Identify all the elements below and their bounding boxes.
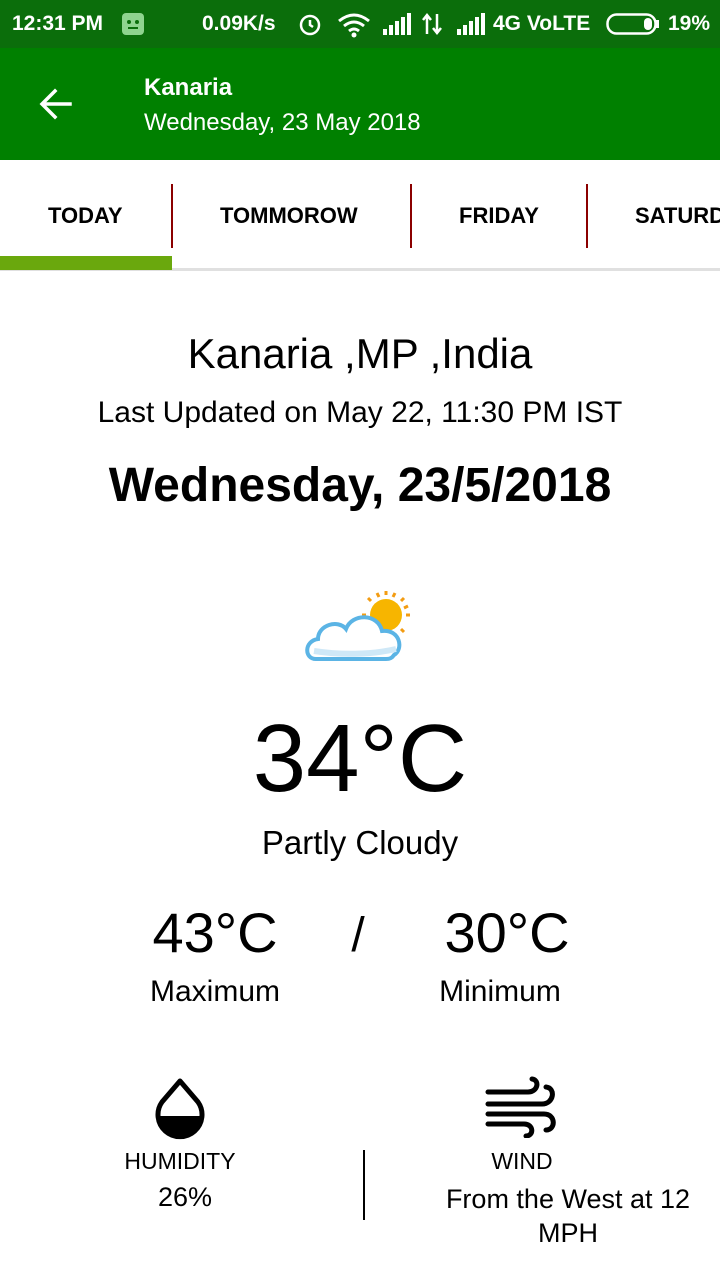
current-temperature: 34°C bbox=[252, 705, 468, 812]
day-tabs: TODAY TOMMOROW FRIDAY SATURDAY bbox=[0, 160, 720, 272]
wifi-icon bbox=[338, 13, 370, 38]
signal-icon bbox=[383, 13, 411, 35]
tab-separator bbox=[586, 184, 588, 248]
status-bar: 12:31 PM 0.09K/s 4G VoLTE 19% bbox=[0, 0, 720, 48]
humidity-value: 26% bbox=[157, 1182, 213, 1212]
status-network: 4G VoLTE bbox=[493, 12, 591, 35]
tab-separator bbox=[171, 184, 173, 248]
forecast-date: Wednesday, 23/5/2018 bbox=[108, 459, 612, 512]
humidity-drop-icon bbox=[155, 1078, 205, 1140]
signal-icon-2 bbox=[457, 13, 485, 35]
humidity-label: HUMIDITY bbox=[124, 1148, 236, 1174]
tab-saturday[interactable]: SATURDAY bbox=[635, 160, 720, 272]
partly-cloudy-icon bbox=[305, 591, 410, 661]
weather-condition: Partly Cloudy bbox=[261, 824, 459, 861]
min-temperature: 30°C bbox=[444, 901, 570, 964]
tab-friday[interactable]: FRIDAY bbox=[459, 160, 539, 272]
data-transfer-icon bbox=[422, 12, 442, 36]
details-divider bbox=[363, 1150, 365, 1220]
arrow-left-icon[interactable] bbox=[36, 84, 76, 124]
tab-tomorrow[interactable]: TOMMOROW bbox=[220, 160, 358, 272]
last-updated-text: Last Updated on May 22, 11:30 PM IST bbox=[97, 396, 623, 429]
status-speed: 0.09K/s bbox=[202, 12, 276, 35]
tab-selected-indicator bbox=[0, 256, 172, 270]
app-bar: Kanaria Wednesday, 23 May 2018 bbox=[0, 48, 720, 160]
notification-app-icon bbox=[122, 13, 144, 35]
wind-label: WIND bbox=[491, 1148, 553, 1174]
status-battery: 19% bbox=[668, 12, 711, 35]
status-time: 12:31 PM bbox=[12, 12, 104, 35]
app-title: Kanaria bbox=[144, 74, 233, 101]
tab-separator bbox=[410, 184, 412, 248]
wind-icon bbox=[485, 1076, 556, 1138]
wind-value: From the West at 12 MPH bbox=[445, 1184, 691, 1248]
temp-separator: / bbox=[351, 909, 365, 962]
battery-icon bbox=[606, 13, 659, 35]
app-subtitle: Wednesday, 23 May 2018 bbox=[144, 109, 421, 136]
min-label: Minimum bbox=[439, 975, 561, 1008]
max-label: Maximum bbox=[149, 975, 280, 1008]
max-temperature: 43°C bbox=[152, 901, 278, 964]
location-label: Kanaria ,MP ,India bbox=[187, 330, 533, 377]
alarm-icon bbox=[299, 14, 321, 36]
